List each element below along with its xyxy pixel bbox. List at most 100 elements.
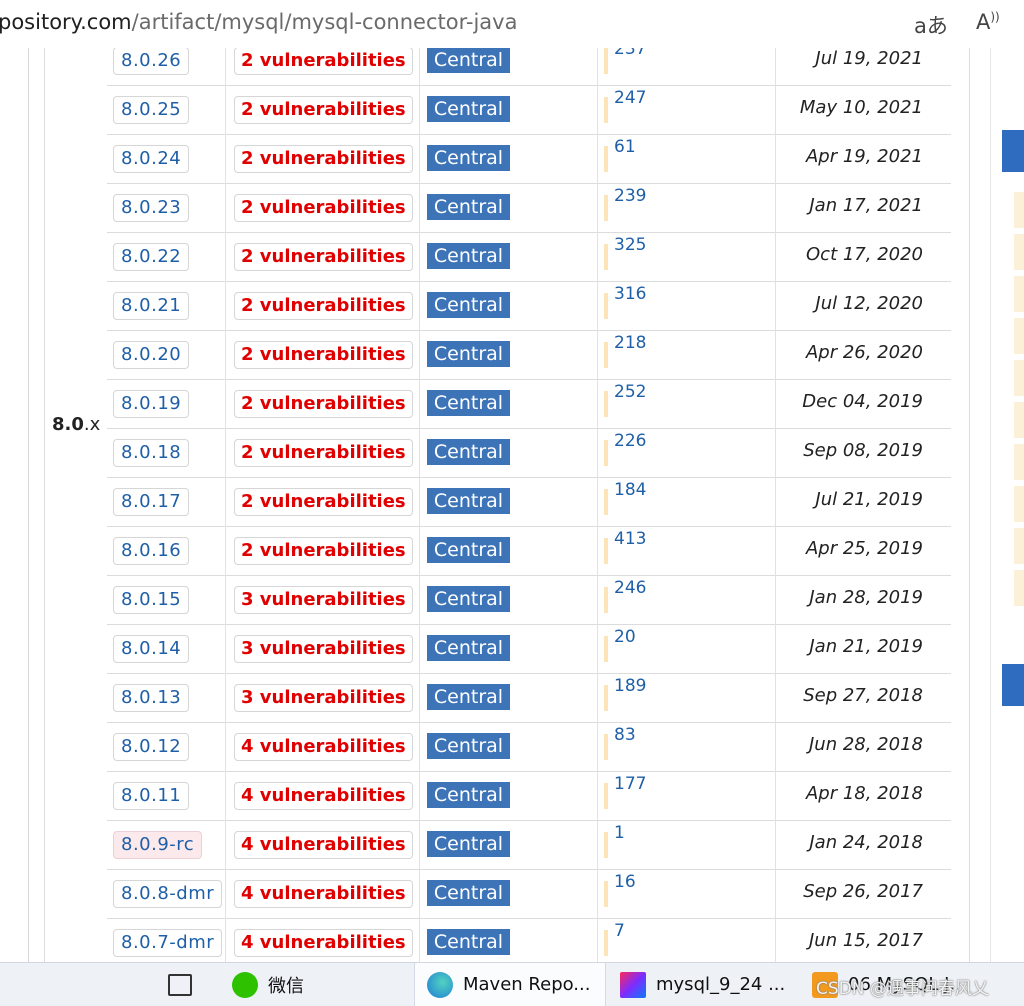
usages-link[interactable]: 20 (614, 627, 636, 647)
date-cell: Sep 26, 2017 (776, 869, 951, 918)
usages-link[interactable]: 1 (614, 823, 625, 843)
usages-link[interactable]: 252 (614, 382, 646, 402)
usages-link[interactable]: 177 (614, 774, 646, 794)
table-row: 8.0.19 2 vulnerabilities Central 252 Dec 04,… (107, 379, 951, 429)
repository-badge[interactable]: Central (427, 48, 510, 73)
vulnerabilities-link[interactable]: 4 vulnerabilities (234, 733, 413, 761)
repository-badge[interactable]: Central (427, 586, 510, 612)
repository-badge[interactable]: Central (427, 390, 510, 416)
vulnerabilities-link[interactable]: 3 vulnerabilities (234, 635, 413, 663)
usages-link[interactable]: 239 (614, 186, 646, 206)
vulnerabilities-link[interactable]: 2 vulnerabilities (234, 341, 413, 369)
repository-badge[interactable]: Central (427, 145, 510, 171)
version-link[interactable]: 8.0.20 (113, 341, 190, 369)
repository-badge[interactable]: Central (427, 439, 510, 465)
usages-link[interactable]: 218 (614, 333, 646, 353)
usages-link[interactable]: 184 (614, 480, 646, 500)
version-link[interactable]: 8.0.13 (113, 684, 190, 712)
version-link[interactable]: 8.0.26 (113, 48, 190, 75)
usages-link[interactable]: 189 (614, 676, 646, 696)
sidebar-button[interactable] (1002, 130, 1024, 172)
taskbar-item-wechat[interactable]: 微信 (232, 963, 304, 1006)
version-group-label: 8.0.x (52, 414, 101, 435)
version-link[interactable]: 8.0.22 (113, 243, 190, 271)
vulnerabilities-link[interactable]: 2 vulnerabilities (234, 537, 413, 565)
vulnerabilities-link[interactable]: 4 vulnerabilities (234, 929, 413, 957)
version-link[interactable]: 8.0.18 (113, 439, 190, 467)
version-link[interactable]: 8.0.8-dmr (113, 880, 223, 908)
vulnerabilities-link[interactable]: 3 vulnerabilities (234, 684, 413, 712)
taskbar-item-intellij[interactable]: mysql_9_24 ... (620, 963, 785, 1006)
repository-badge[interactable]: Central (427, 243, 510, 269)
vulnerabilities-link[interactable]: 2 vulnerabilities (234, 488, 413, 516)
vulnerabilities-link[interactable]: 2 vulnerabilities (234, 439, 413, 467)
version-link[interactable]: 8.0.21 (113, 292, 190, 320)
vulnerabilities-link[interactable]: 2 vulnerabilities (234, 96, 413, 124)
usages-cell: 184 (598, 477, 776, 526)
taskbar-item-maven[interactable]: Maven Repo... (414, 963, 606, 1006)
version-link[interactable]: 8.0.14 (113, 635, 190, 663)
date-cell: Jun 28, 2018 (776, 722, 951, 771)
release-date: Jul 21, 2019 (815, 489, 923, 510)
usages-link[interactable]: 16 (614, 872, 636, 892)
vulnerabilities-link[interactable]: 4 vulnerabilities (234, 880, 413, 908)
translate-icon[interactable]: aあ (914, 10, 948, 40)
repository-badge[interactable]: Central (427, 537, 510, 563)
version-link[interactable]: 8.0.24 (113, 145, 190, 173)
version-link[interactable]: 8.0.23 (113, 194, 190, 222)
task-view-button[interactable] (168, 963, 192, 1006)
vulnerabilities-link[interactable]: 2 vulnerabilities (234, 243, 413, 271)
repository-badge[interactable]: Central (427, 635, 510, 661)
repository-badge[interactable]: Central (427, 341, 510, 367)
usages-link[interactable]: 83 (614, 725, 636, 745)
usage-bar (604, 881, 608, 907)
usages-link[interactable]: 325 (614, 235, 646, 255)
repository-badge[interactable]: Central (427, 880, 510, 906)
vulnerabilities-link[interactable]: 2 vulnerabilities (234, 194, 413, 222)
version-link[interactable]: 8.0.9-rc (113, 831, 203, 859)
usages-link[interactable]: 247 (614, 88, 646, 108)
vulnerabilities-link[interactable]: 2 vulnerabilities (234, 292, 413, 320)
taskbar-item-label: mysql_9_24 ... (656, 974, 786, 995)
repository-badge[interactable]: Central (427, 292, 510, 318)
repository-badge[interactable]: Central (427, 929, 510, 955)
repository-badge[interactable]: Central (427, 96, 510, 122)
sidebar-strip (1014, 570, 1024, 606)
url-text[interactable]: pository.com/artifact/mysql/mysql-connec… (0, 10, 517, 34)
repository-badge[interactable]: Central (427, 194, 510, 220)
repository-badge[interactable]: Central (427, 488, 510, 514)
version-link[interactable]: 8.0.7-dmr (113, 929, 223, 957)
vulnerabilities-link[interactable]: 4 vulnerabilities (234, 831, 413, 859)
version-cell: 8.0.8-dmr (107, 869, 226, 918)
vulnerabilities-link[interactable]: 2 vulnerabilities (234, 145, 413, 173)
vulnerabilities-cell: 2 vulnerabilities (226, 428, 420, 477)
version-link[interactable]: 8.0.15 (113, 586, 190, 614)
version-link[interactable]: 8.0.19 (113, 390, 190, 418)
version-link[interactable]: 8.0.17 (113, 488, 190, 516)
version-link[interactable]: 8.0.16 (113, 537, 190, 565)
usages-link[interactable]: 316 (614, 284, 646, 304)
usages-link[interactable]: 226 (614, 431, 646, 451)
address-bar[interactable]: pository.com/artifact/mysql/mysql-connec… (0, 0, 1024, 49)
usages-link[interactable]: 237 (614, 48, 646, 59)
read-aloud-icon[interactable]: A)) (976, 10, 1000, 34)
repository-badge[interactable]: Central (427, 733, 510, 759)
vulnerabilities-link[interactable]: 2 vulnerabilities (234, 390, 413, 418)
version-link[interactable]: 8.0.11 (113, 782, 190, 810)
usages-link[interactable]: 413 (614, 529, 646, 549)
repository-badge[interactable]: Central (427, 684, 510, 710)
usages-link[interactable]: 246 (614, 578, 646, 598)
usages-cell: 61 (598, 134, 776, 183)
vulnerabilities-link[interactable]: 3 vulnerabilities (234, 586, 413, 614)
usages-link[interactable]: 7 (614, 921, 625, 941)
repository-badge[interactable]: Central (427, 782, 510, 808)
usage-bar (604, 48, 608, 74)
sidebar-button[interactable] (1002, 664, 1024, 706)
repository-cell: Central (420, 575, 598, 624)
vulnerabilities-link[interactable]: 2 vulnerabilities (234, 48, 413, 75)
usages-link[interactable]: 61 (614, 137, 636, 157)
version-link[interactable]: 8.0.25 (113, 96, 190, 124)
repository-badge[interactable]: Central (427, 831, 510, 857)
version-link[interactable]: 8.0.12 (113, 733, 190, 761)
vulnerabilities-link[interactable]: 4 vulnerabilities (234, 782, 413, 810)
